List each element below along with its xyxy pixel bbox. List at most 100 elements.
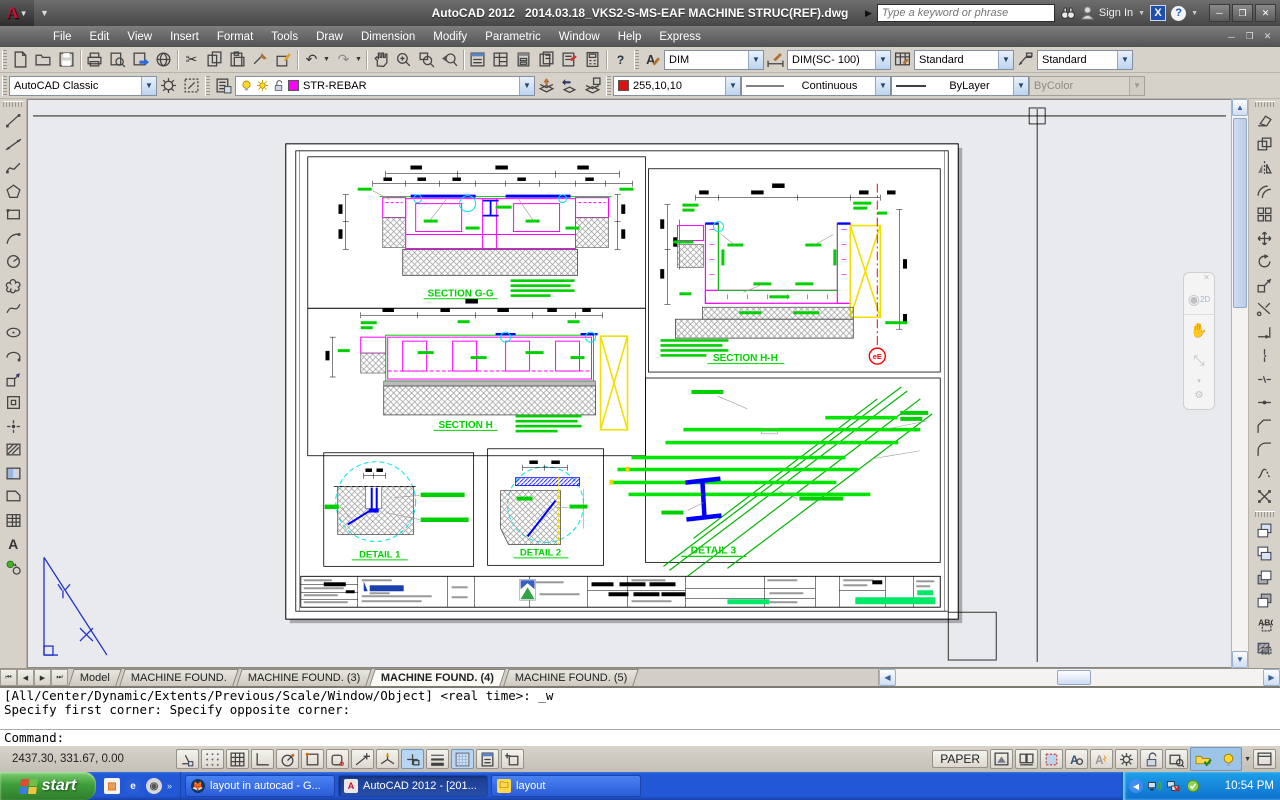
layer-states-button[interactable] bbox=[581, 75, 604, 97]
menu-view[interactable]: View bbox=[118, 31, 161, 43]
infocenter-arrow-icon[interactable]: ▶ bbox=[865, 8, 872, 19]
menu-parametric[interactable]: Parametric bbox=[476, 31, 550, 43]
tool-palettes-button[interactable] bbox=[512, 49, 535, 71]
text-style-select[interactable]: DIM ▼ bbox=[664, 49, 764, 70]
menu-tools[interactable]: Tools bbox=[262, 31, 307, 43]
paste-button[interactable] bbox=[226, 49, 249, 71]
ortho-mode-toggle[interactable] bbox=[251, 749, 274, 769]
tab-machine-found[interactable]: MACHINE FOUND. bbox=[119, 669, 239, 686]
tray-caret-icon[interactable]: ▼ bbox=[1244, 756, 1251, 763]
scale-button[interactable] bbox=[1253, 274, 1277, 298]
chevron-down-icon[interactable]: ▼ bbox=[875, 76, 890, 95]
hatch-button[interactable] bbox=[1, 438, 25, 462]
toolbar-grip[interactable] bbox=[606, 75, 611, 96]
polar-tracking-toggle[interactable] bbox=[276, 749, 299, 769]
break-at-point-button[interactable] bbox=[1253, 344, 1277, 368]
doc-minimize-button[interactable]: ─ bbox=[1223, 29, 1240, 44]
toolbar-grip[interactable] bbox=[3, 101, 23, 107]
gradient-button[interactable] bbox=[1, 462, 25, 486]
open-button[interactable] bbox=[32, 49, 55, 71]
ellipse-arc-button[interactable] bbox=[1, 344, 25, 368]
send-under-objects-button[interactable] bbox=[1253, 589, 1277, 613]
prev-tab-icon[interactable]: ◀ bbox=[17, 669, 34, 686]
media-player-icon[interactable]: ◉ bbox=[146, 778, 162, 794]
spline-button[interactable] bbox=[1, 297, 25, 321]
exchange-apps-icon[interactable]: X bbox=[1150, 5, 1167, 21]
show-desktop-icon[interactable]: ▨ bbox=[104, 778, 120, 794]
toolbar-grip[interactable] bbox=[1254, 101, 1275, 107]
offset-button[interactable] bbox=[1253, 180, 1277, 204]
zoom-realtime-button[interactable] bbox=[392, 49, 415, 71]
sign-in-caret-icon[interactable]: ▼ bbox=[1138, 10, 1145, 17]
pan-hand-icon[interactable]: ✋ bbox=[1184, 315, 1214, 345]
quick-access-caret-icon[interactable]: ▼ bbox=[40, 8, 49, 18]
rectangle-button[interactable] bbox=[1, 203, 25, 227]
wireless-network-icon[interactable] bbox=[1147, 779, 1162, 793]
polygon-button[interactable] bbox=[1, 180, 25, 204]
navbar-more-caret-icon[interactable]: ▾ bbox=[1184, 375, 1214, 387]
quick-properties-toggle[interactable] bbox=[476, 749, 499, 769]
selection-cycling-toggle[interactable] bbox=[501, 749, 524, 769]
security-shield-icon[interactable] bbox=[1185, 779, 1200, 793]
construction-line-button[interactable] bbox=[1, 133, 25, 157]
help-caret-icon[interactable]: ▼ bbox=[1191, 10, 1198, 17]
chevron-down-icon[interactable]: ▼ bbox=[875, 50, 890, 69]
insert-block-button[interactable] bbox=[1, 368, 25, 392]
tab-machine-found-4[interactable]: MACHINE FOUND. (4) bbox=[369, 669, 507, 686]
paper-model-toggle[interactable]: PAPER bbox=[932, 750, 989, 768]
transparency-toggle[interactable] bbox=[451, 749, 474, 769]
autoscale-annotations-button[interactable]: A bbox=[1090, 749, 1114, 769]
dynamic-ucs-toggle[interactable] bbox=[376, 749, 399, 769]
clean-screen-button[interactable] bbox=[1253, 749, 1276, 769]
point-button[interactable] bbox=[1, 415, 25, 439]
erase-button[interactable] bbox=[1253, 109, 1277, 133]
send-to-back-button[interactable] bbox=[1253, 542, 1277, 566]
tray-bulb-icon[interactable] bbox=[1217, 749, 1240, 769]
zoom-extents-icon[interactable]: ⤡ bbox=[1184, 345, 1214, 375]
pan-button[interactable] bbox=[369, 49, 392, 71]
last-tab-icon[interactable]: ⏭ bbox=[51, 669, 68, 686]
tab-machine-found-5[interactable]: MACHINE FOUND. (5) bbox=[503, 669, 640, 686]
table-button[interactable] bbox=[1, 509, 25, 533]
task-folder-window[interactable]: 🗀 layout bbox=[491, 775, 642, 797]
menu-format[interactable]: Format bbox=[208, 31, 262, 43]
minimize-button[interactable]: ─ bbox=[1209, 4, 1230, 22]
toolbar-grip[interactable] bbox=[2, 75, 7, 96]
bring-to-front-button[interactable] bbox=[1253, 519, 1277, 543]
zoom-previous-button[interactable] bbox=[438, 49, 461, 71]
doc-close-button[interactable]: ✕ bbox=[1259, 29, 1276, 44]
region-button[interactable] bbox=[1, 485, 25, 509]
viewport-scale-button[interactable] bbox=[1040, 749, 1064, 769]
array-button[interactable] bbox=[1253, 203, 1277, 227]
block-editor-button[interactable] bbox=[272, 49, 295, 71]
menu-window[interactable]: Window bbox=[550, 31, 609, 43]
task-autocad-window[interactable]: A AutoCAD 2012 - [201... bbox=[338, 775, 489, 797]
revision-cloud-button[interactable] bbox=[1, 274, 25, 298]
steering-wheel-2d-icon[interactable]: ◉ 2D bbox=[1184, 285, 1214, 315]
dim-style-select[interactable]: DIM(SC- 100) ▼ bbox=[787, 49, 891, 70]
horizontal-scroll-thumb[interactable] bbox=[1057, 670, 1092, 685]
publish-button[interactable] bbox=[129, 49, 152, 71]
close-button[interactable]: ✕ bbox=[1255, 4, 1276, 22]
command-window[interactable]: [All/Center/Dynamic/Extents/Previous/Sca… bbox=[0, 686, 1280, 746]
menu-help[interactable]: Help bbox=[609, 31, 651, 43]
save-button[interactable] bbox=[55, 49, 78, 71]
menu-file[interactable]: File bbox=[44, 31, 81, 43]
navbar-close-icon[interactable]: ✕ bbox=[1203, 273, 1214, 285]
tab-model[interactable]: Model bbox=[68, 669, 122, 686]
zoom-window-button[interactable] bbox=[415, 49, 438, 71]
object-snap-toggle[interactable] bbox=[301, 749, 324, 769]
scroll-up-icon[interactable]: ▲ bbox=[1232, 99, 1248, 116]
toolbar-grip[interactable] bbox=[2, 49, 7, 70]
3d-dwf-button[interactable] bbox=[152, 49, 175, 71]
mirror-button[interactable] bbox=[1253, 156, 1277, 180]
circle-button[interactable] bbox=[1, 250, 25, 274]
menu-express[interactable]: Express bbox=[650, 31, 710, 43]
vertical-scroll-thumb[interactable] bbox=[1233, 118, 1247, 308]
chamfer-button[interactable] bbox=[1253, 415, 1277, 439]
quick-launch-chevron-icon[interactable]: » bbox=[167, 781, 172, 791]
copy-button[interactable] bbox=[1253, 133, 1277, 157]
plot-button[interactable] bbox=[83, 49, 106, 71]
infer-constraints-toggle[interactable] bbox=[176, 749, 199, 769]
chevron-down-icon[interactable]: ▼ bbox=[998, 50, 1013, 69]
